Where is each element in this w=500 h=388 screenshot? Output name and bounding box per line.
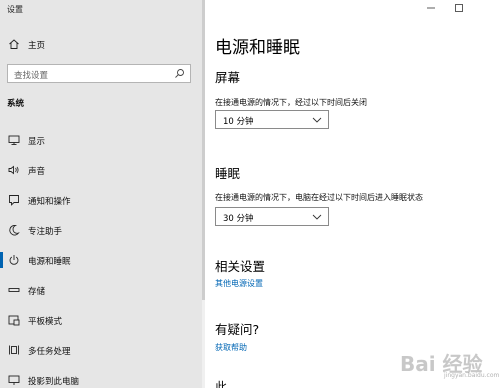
get-help-link[interactable]: 获取帮助: [215, 342, 247, 353]
additional-power-settings-link[interactable]: 其他电源设置: [215, 278, 263, 289]
sidebar-item-label: 通知和操作: [28, 197, 71, 207]
monitor-icon: [8, 135, 20, 145]
sidebar-item-focus-assist[interactable]: 专注助手: [0, 218, 202, 242]
selected-indicator: [0, 252, 3, 268]
chevron-down-icon: [312, 214, 322, 220]
page-title: 电源和睡眠: [215, 38, 300, 58]
sidebar-item-multitasking[interactable]: 多任务处理: [0, 338, 202, 362]
chevron-down-icon: [312, 117, 322, 123]
cutoff-heading: 此: [215, 380, 228, 388]
sidebar-item-tablet-mode[interactable]: 平板模式: [0, 308, 202, 332]
sidebar-item-sound[interactable]: 声音: [0, 158, 202, 182]
sidebar-home-label: 主页: [28, 41, 46, 51]
sidebar-item-label: 投影到此电脑: [28, 377, 80, 387]
tablet-icon: [8, 315, 20, 326]
sidebar-item-storage[interactable]: 存储: [0, 278, 202, 302]
search-placeholder: 查找设置: [14, 71, 49, 81]
sidebar-item-label: 存储: [28, 287, 46, 297]
watermark-sub: jingyan.baidu.com: [444, 372, 500, 379]
main-content: 电源和睡眠 屏幕 在接通电源的情况下，经过以下时间后关闭 10 分钟 睡眠 在接…: [202, 0, 500, 388]
sidebar-item-label: 专注助手: [28, 227, 63, 237]
sleep-timeout-dropdown[interactable]: 30 分钟: [215, 207, 329, 226]
sidebar-item-label: 平板模式: [28, 317, 63, 327]
sleep-timeout-value: 30 分钟: [223, 214, 254, 224]
sidebar: 设置 主页 查找设置 系统 显示 声音 通知和操作 专注助手 电源和睡眠 存储 …: [0, 0, 202, 388]
notification-icon: [9, 195, 19, 206]
multitask-icon: [9, 345, 19, 355]
sidebar-item-label: 声音: [28, 167, 46, 177]
sidebar-item-display[interactable]: 显示: [0, 128, 202, 152]
sleep-heading: 睡眠: [215, 166, 241, 181]
screen-heading: 屏幕: [215, 70, 241, 85]
sidebar-item-label: 显示: [28, 137, 46, 147]
storage-icon: [8, 288, 20, 292]
question-heading: 有疑问?: [215, 322, 260, 337]
sidebar-item-project[interactable]: 投影到此电脑: [0, 368, 202, 388]
sleep-description: 在接通电源的情况下，电脑在经过以下时间后进入睡眠状态: [215, 193, 423, 202]
projector-icon: [8, 375, 20, 385]
screen-timeout-dropdown[interactable]: 10 分钟: [215, 110, 329, 129]
sidebar-item-notifications[interactable]: 通知和操作: [0, 188, 202, 212]
sidebar-home[interactable]: 主页: [0, 34, 202, 54]
settings-window: 设置 主页 查找设置 系统 显示 声音 通知和操作 专注助手 电源和睡眠 存储 …: [0, 0, 500, 388]
screen-description: 在接通电源的情况下，经过以下时间后关闭: [215, 98, 367, 107]
speaker-icon: [8, 165, 19, 175]
sidebar-item-label: 多任务处理: [28, 347, 71, 357]
app-title: 设置: [7, 5, 23, 14]
home-icon: [9, 39, 19, 49]
power-icon: [9, 255, 19, 265]
moon-icon: [9, 225, 20, 236]
sidebar-section-title: 系统: [7, 99, 25, 109]
sidebar-item-power-sleep[interactable]: 电源和睡眠: [0, 248, 202, 272]
screen-timeout-value: 10 分钟: [223, 117, 254, 127]
search-input[interactable]: 查找设置: [7, 64, 191, 83]
sidebar-item-label: 电源和睡眠: [28, 257, 71, 267]
related-settings-heading: 相关设置: [215, 259, 266, 274]
search-icon: [175, 69, 184, 78]
baidu-watermark: Bai 经验 jingyan.baidu.com: [400, 346, 500, 382]
